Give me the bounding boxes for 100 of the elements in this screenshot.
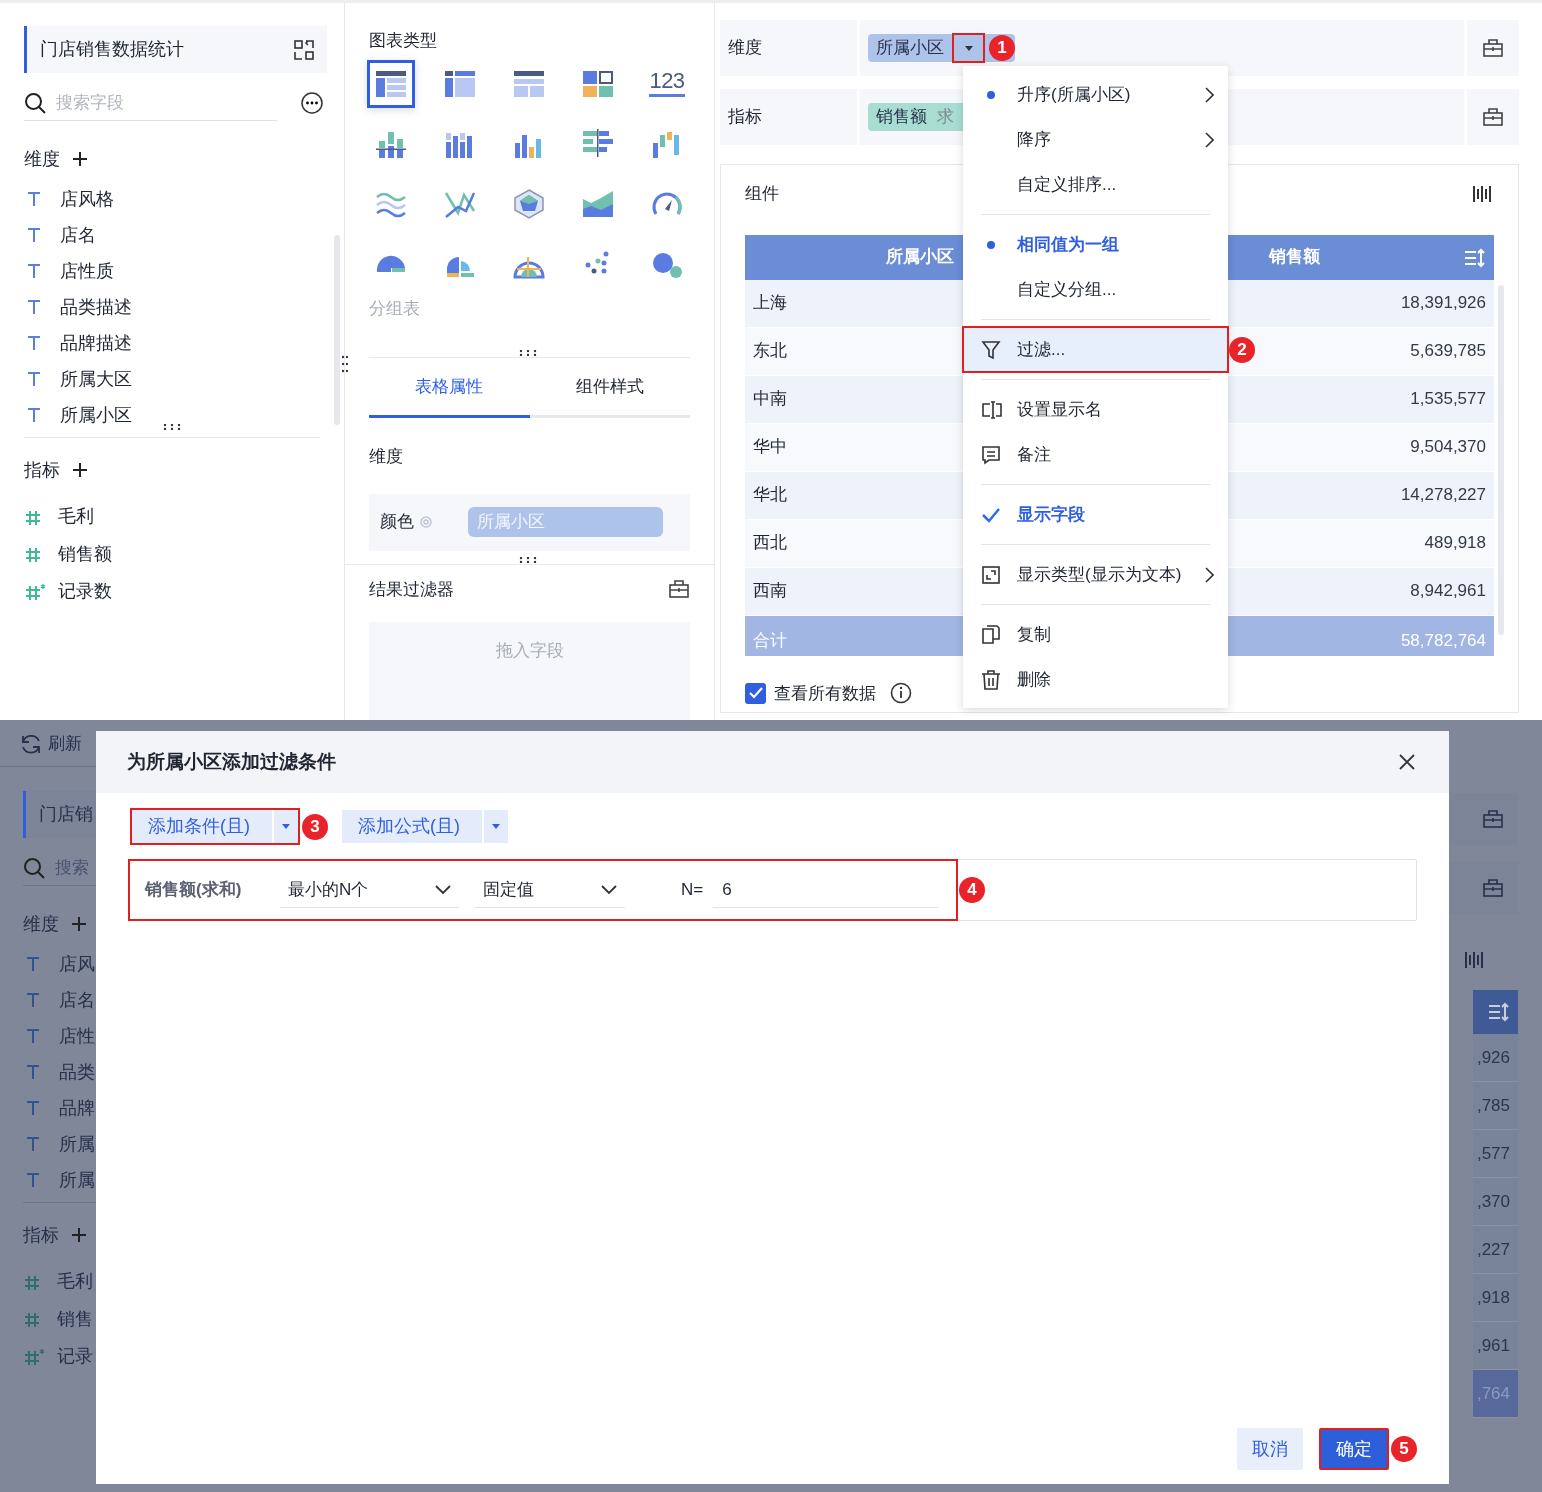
field-item[interactable]: 销售 [57,1305,93,1333]
text-type-icon [25,1136,41,1152]
filter-icon [981,339,1001,360]
text-type-icon [25,992,41,1008]
add-button[interactable]: 添加条件(且) [132,810,272,843]
menu-item[interactable]: 过滤... [963,327,1228,372]
pie-chart-icon [376,254,406,273]
drag-handle-icon[interactable] [342,355,348,375]
table-cell-text: 华中 [753,436,787,459]
field-item[interactable]: 所属小区 [60,401,132,429]
field-item[interactable]: 毛利 [58,503,94,531]
refresh-label[interactable]: 刷新 [48,730,82,757]
text-type-icon [25,1172,41,1188]
field-item[interactable]: 品牌描述 [60,329,132,357]
drag-handle-icon[interactable] [519,350,539,356]
menu-item[interactable]: 自定义排序... [963,162,1228,207]
radar-icon [513,188,545,219]
mode-select[interactable]: 固定值 [475,872,625,908]
field-item[interactable]: 店性质 [60,257,114,285]
section-label: 指标 [24,458,60,482]
table-cell-text: 8,942,961 [1410,580,1486,603]
note-icon [981,444,1001,465]
box-icon[interactable] [668,579,690,600]
box-icon[interactable] [1482,107,1504,127]
plus-icon[interactable] [72,151,88,167]
tab[interactable]: 表格属性 [369,358,530,418]
sort-icon[interactable] [1488,1002,1510,1022]
text-type-icon [26,227,42,243]
field-item[interactable]: 品牌 [59,1094,95,1122]
table-cell-text: 18,391,926 [1400,292,1486,315]
menu-item[interactable]: 降序 [963,117,1228,162]
add-button[interactable]: 添加公式(且) [342,810,482,843]
field-item[interactable]: 毛利 [57,1268,93,1296]
horizontal-bar-icon [582,128,614,159]
menu-item[interactable]: 升序(所属小区) [963,72,1228,117]
box-icon[interactable] [1482,38,1504,58]
confirm-button[interactable]: 确定 [1319,1428,1389,1470]
table-cell-text: ,926 [1476,1046,1511,1069]
text-cursor-icon [981,399,1003,420]
step-number-badge: 3 [302,813,328,840]
field-item[interactable]: 所属 [59,1130,95,1158]
text-type-icon [25,1028,41,1044]
table-cell-text: 14,278,227 [1400,484,1486,507]
plus-icon[interactable] [72,462,88,478]
field-item[interactable]: 所属大区 [60,365,132,393]
field-item[interactable]: 品类 [59,1058,95,1086]
field-item[interactable]: 所属 [59,1166,95,1194]
close-icon[interactable] [1399,754,1415,770]
table-cell-text: ,577 [1476,1142,1511,1165]
text-type-icon [25,956,41,972]
treemap-icon [582,68,614,99]
table-cell-text: 东北 [753,340,787,363]
table-cell-text: 1,535,577 [1410,388,1486,411]
section-label: 指标 [23,1223,59,1247]
chart-type-option[interactable] [367,59,415,108]
drag-handle-icon[interactable] [519,556,539,563]
swap-icon[interactable] [293,38,315,61]
field-item[interactable]: 店风 [59,950,95,978]
field-item[interactable]: 记录数 [58,578,112,606]
drag-handle-icon[interactable] [163,424,183,430]
table-cell-text: 西南 [753,580,787,603]
dropdown-toggle[interactable] [274,810,298,843]
cancel-button[interactable]: 取消 [1237,1428,1303,1470]
field-item[interactable]: 店风格 [60,185,114,213]
panel-title: 图表类型 [369,31,437,50]
field-item[interactable]: 店名 [59,986,95,1014]
more-icon[interactable] [301,92,323,114]
text-type-icon [26,299,42,315]
dropdown-toggle[interactable] [952,33,985,63]
menu-item[interactable]: 显示字段 [963,492,1228,537]
box-icon[interactable] [1482,878,1504,898]
shelf-label: 指标 [728,106,762,129]
field-item[interactable]: 记录 [57,1343,93,1371]
dropdown-toggle[interactable] [484,810,508,843]
checkbox[interactable] [745,682,766,704]
menu-item[interactable]: 备注 [963,432,1228,477]
box-icon[interactable] [1482,809,1504,829]
field-item[interactable]: 品类描述 [60,293,132,321]
dimension-chip[interactable]: 所属小区 1 [868,34,1015,62]
tab[interactable]: 组件样式 [529,358,690,418]
menu-item[interactable]: 删除 [963,657,1228,702]
chevron-right-icon [1204,566,1214,583]
refresh-icon[interactable] [20,732,42,755]
menu-item[interactable]: 显示类型(显示为文本) [963,552,1228,597]
n-input[interactable]: 6 [713,872,939,908]
field-item[interactable]: 店名 [60,221,96,249]
table-cell-text: ,785 [1476,1094,1511,1117]
table-cell-text: ,961 [1476,1334,1511,1357]
menu-item[interactable]: 设置显示名 [963,387,1228,432]
color-label: 颜色 [380,511,414,534]
step-number-badge: 1 [989,35,1015,61]
menu-item[interactable]: 复制 [963,612,1228,657]
operator-select[interactable]: 最小的N个 [280,872,459,908]
field-item[interactable]: 销售额 [58,540,112,568]
chart-type-option[interactable]: 123 [643,59,691,108]
field-item[interactable]: 店性 [59,1022,95,1050]
info-icon[interactable] [890,682,912,705]
bar-lines-icon[interactable] [1472,183,1494,204]
table-cell-text: 西北 [753,532,787,555]
shelf-label: 维度 [728,37,762,60]
